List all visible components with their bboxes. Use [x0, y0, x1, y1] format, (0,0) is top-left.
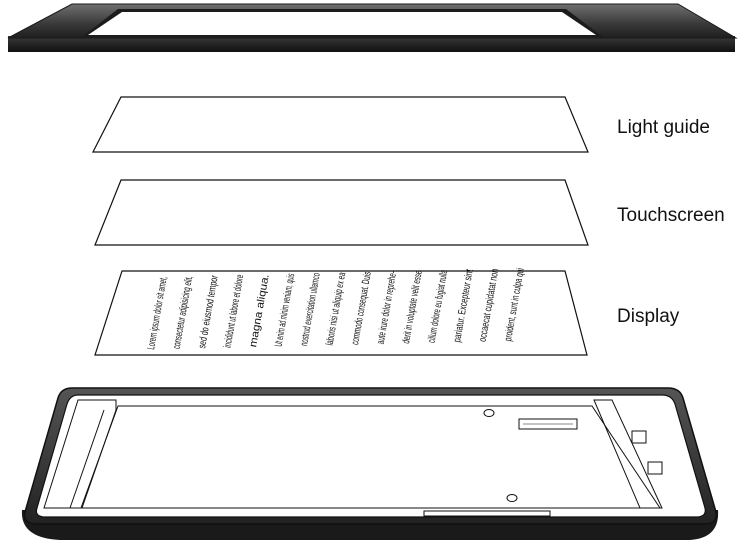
touchscreen-layer: Touchscreen [94, 179, 725, 246]
touchscreen-panel [94, 179, 589, 246]
rear-housing [21, 387, 719, 540]
housing-tray [35, 394, 706, 518]
light-guide-label: Light guide [617, 117, 710, 138]
touchscreen-label: Touchscreen [617, 205, 725, 226]
housing-bottom-slot [423, 510, 551, 517]
display-label: Display [617, 306, 680, 327]
housing-screw-hole-top [483, 409, 495, 417]
light-guide-panel [92, 96, 589, 153]
front-bezel [7, 3, 738, 52]
housing-screw-hole-bottom [506, 494, 518, 502]
housing-tab-upper [631, 430, 647, 444]
display-layer: Lorem ipsum dolor sit amet,consectetur a… [94, 267, 680, 356]
exploded-device-diagram: Light guide Touchscreen Lorem ipsum dolo… [7, 3, 738, 540]
light-guide-layer: Light guide [92, 96, 710, 153]
front-bezel-window-glass [88, 12, 596, 35]
housing-tab-lower [647, 461, 663, 475]
